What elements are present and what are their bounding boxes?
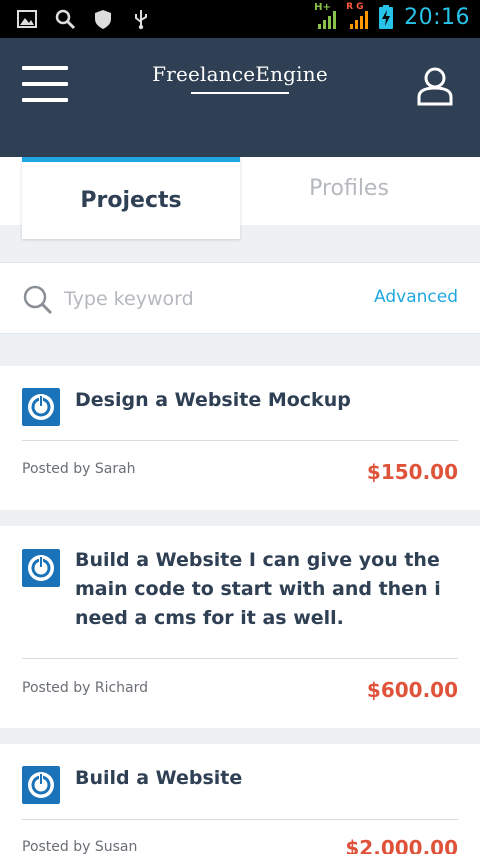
brand-logo: FreelanceEngine [0,62,480,94]
power-icon [28,772,54,798]
shield-icon [95,10,111,29]
tab-bar: Projects Profiles [0,157,480,239]
user-icon[interactable] [416,66,454,106]
avatar [22,549,60,587]
search-input[interactable] [64,281,344,317]
menu-icon-bar [22,98,68,102]
project-card[interactable]: Design a Website Mockup Posted by Sarah … [0,366,480,510]
power-icon [28,555,54,581]
project-price: $2,000.00 [345,836,458,854]
avatar [22,388,60,426]
project-author: Posted by Richard [22,680,149,696]
image-icon [17,10,37,28]
search-icon [55,9,76,30]
tab-projects[interactable]: Projects [22,157,240,239]
usb-icon [135,10,147,30]
power-icon [28,394,54,420]
status-bar-left [16,8,152,30]
avatar [22,766,60,804]
tab-profiles[interactable]: Profiles [240,157,458,225]
tab-profiles-label: Profiles [309,175,389,201]
clock: 20:16 [404,4,470,30]
search-bar: Advanced [0,262,480,334]
divider [22,819,458,820]
status-bar-right: H+ R G 20:16 [314,2,470,30]
project-author: Posted by Sarah [22,461,136,477]
advanced-search-link[interactable]: Advanced [374,287,458,307]
signal-bars-icon [318,11,337,29]
divider [22,658,458,659]
tab-projects-label: Projects [80,188,182,213]
project-price: $600.00 [366,678,458,702]
signal-strength-2: R G [346,2,372,30]
project-card[interactable]: Build a Website Posted by Susan $2,000.0… [0,744,480,854]
project-card[interactable]: Build a Website I can give you the main … [0,526,480,728]
search-icon [23,285,53,315]
signal-strength-1: H+ [314,2,340,30]
project-title[interactable]: Build a Website I can give you the main … [75,546,445,633]
project-author: Posted by Susan [22,839,138,854]
project-title[interactable]: Design a Website Mockup [75,386,445,415]
status-bar: H+ R G 20:16 [0,0,480,38]
signal-bars-icon [350,11,369,29]
project-title[interactable]: Build a Website [75,764,445,793]
brand-name: FreelanceEngine [152,62,328,86]
project-price: $150.00 [366,460,458,484]
battery-charging-icon [379,5,394,29]
divider [22,440,458,441]
app-header: FreelanceEngine [0,38,480,157]
brand-underline [191,92,289,94]
